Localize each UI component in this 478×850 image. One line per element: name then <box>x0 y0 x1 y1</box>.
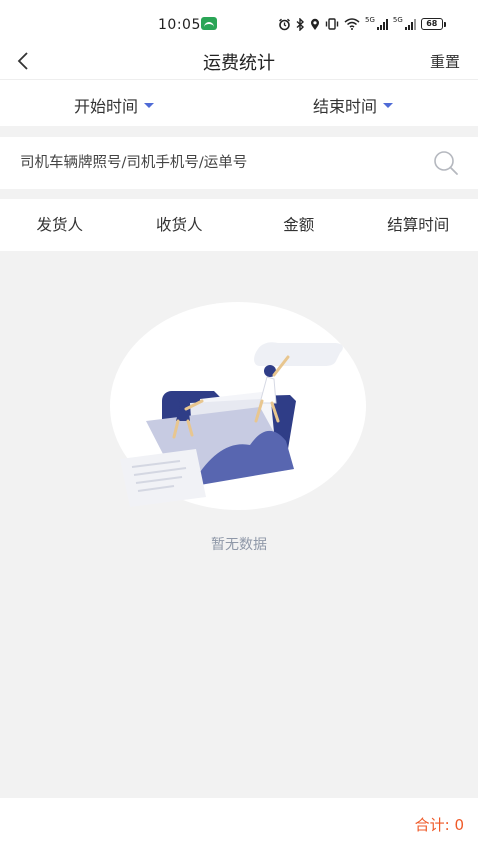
divider <box>0 189 478 199</box>
start-time-picker[interactable]: 开始时间 <box>74 93 155 117</box>
column-header-shipper: 发货人 <box>36 216 83 234</box>
page-title: 运费统计 <box>203 53 275 74</box>
chevron-down-icon <box>144 102 155 108</box>
divider <box>0 126 478 137</box>
column-header-receiver: 收货人 <box>155 216 203 234</box>
table-body: 暂无数据 <box>0 251 478 798</box>
column-header-settlement-time: 结算时间 <box>387 216 450 234</box>
wifi-icon <box>344 18 360 30</box>
total-value: 0 <box>454 816 464 834</box>
total-summary: 合计: 0 <box>415 814 464 835</box>
search-button[interactable] <box>432 149 460 177</box>
start-time-label: 开始时间 <box>74 97 139 116</box>
footer: 合计: 0 <box>0 798 478 850</box>
status-time: 10:05 <box>158 17 201 33</box>
table-header: 发货人 收货人 金额 结算时间 <box>0 199 478 251</box>
alarm-icon <box>279 18 290 30</box>
search-row <box>0 137 478 189</box>
network-type-label: 5G <box>365 16 375 24</box>
chevron-down-icon <box>383 102 394 108</box>
vibrate-icon <box>325 18 339 30</box>
date-filter-row: 开始时间 结束时间 <box>0 80 478 126</box>
search-input[interactable] <box>20 150 420 176</box>
end-time-label: 结束时间 <box>313 97 378 116</box>
total-label: 合计: <box>414 816 455 834</box>
reset-button[interactable]: 重置 <box>430 51 460 72</box>
search-icon <box>434 151 458 175</box>
signal-icon-2 <box>404 18 416 30</box>
bluetooth-icon <box>296 17 305 31</box>
column-header-amount: 金额 <box>283 216 315 234</box>
location-icon <box>311 18 319 30</box>
battery-level: 68 <box>420 18 443 30</box>
status-icons: 5G 5G 68 <box>278 16 446 32</box>
app-notification-icon <box>201 17 217 30</box>
status-bar: 10:05 5G 5G 68 <box>0 0 478 42</box>
battery-icon: 68 <box>420 18 446 30</box>
end-time-picker[interactable]: 结束时间 <box>313 93 394 117</box>
nav-bar: 运费统计 重置 <box>0 42 478 80</box>
network-type-label-2: 5G <box>392 16 403 24</box>
empty-folder-illustration <box>120 342 343 507</box>
signal-icon <box>376 18 388 30</box>
empty-state-text: 暂无数据 <box>211 537 267 553</box>
